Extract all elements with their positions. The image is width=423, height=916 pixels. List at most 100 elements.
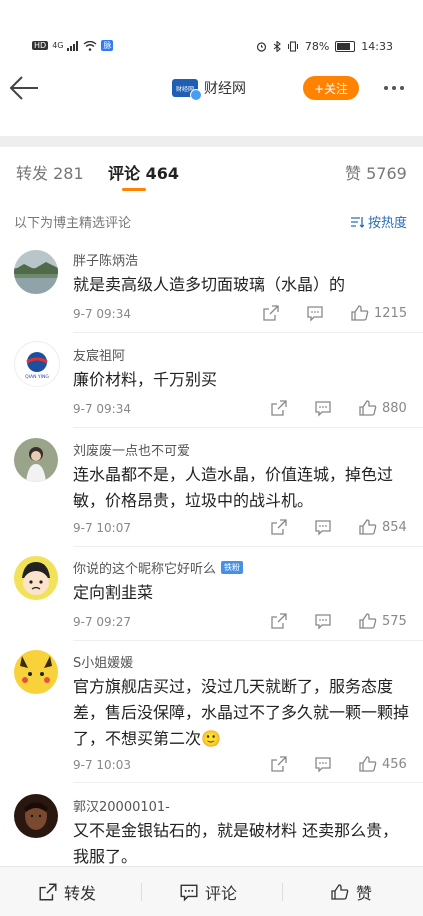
alarm-icon xyxy=(256,42,266,52)
comment-text: 官方旗舰店买过，没过几天就断了，服务态度差，售后没保障，水晶过不了多久就一颗一颗… xyxy=(73,677,410,748)
share-icon xyxy=(263,305,279,321)
share-icon xyxy=(39,883,57,900)
comment-actions: 880 xyxy=(260,399,420,419)
avatar[interactable] xyxy=(14,438,58,482)
person-avatar-icon xyxy=(14,438,58,482)
thumbs-up-icon xyxy=(359,400,377,416)
comment-actions: 1215 xyxy=(260,304,420,324)
repost-comment-button[interactable] xyxy=(270,755,288,773)
share-icon xyxy=(271,400,287,416)
avatar[interactable] xyxy=(14,250,58,294)
comment-author-name: S小姐媛媛 xyxy=(73,656,134,671)
comment-icon xyxy=(315,520,331,536)
comment-actions: 456 xyxy=(260,755,420,775)
avatar[interactable] xyxy=(14,556,58,600)
comment-icon xyxy=(315,757,331,773)
pikachu-avatar-icon xyxy=(14,650,58,694)
back-button[interactable] xyxy=(8,74,46,104)
repost-comment-button[interactable] xyxy=(270,612,288,630)
nav-bar: 财经网 财经网 xyxy=(0,66,423,112)
follow-button[interactable]: +关注 xyxy=(303,76,359,100)
tab-likes[interactable]: 赞 5769 xyxy=(345,160,407,184)
comment-button[interactable]: 评论 xyxy=(179,867,237,916)
sort-row: 以下为博主精选评论 按热度 xyxy=(0,212,423,232)
sort-by-hot-button[interactable]: 按热度 xyxy=(350,212,407,231)
brand-logo-avatar-icon: QIAN YING xyxy=(25,352,49,380)
thumbs-up-icon xyxy=(359,613,377,629)
comment-author[interactable]: 友宸祖阿 xyxy=(73,345,125,364)
repost-comment-button[interactable] xyxy=(270,518,288,536)
comment-text: 就是卖高级人造多切面玻璃（水晶）的 xyxy=(73,275,346,294)
reply-comment-button[interactable] xyxy=(306,304,324,322)
comment-author[interactable]: 胖子陈炳浩 xyxy=(73,250,138,269)
status-bar: HD 4G 脉 78% 14:33 xyxy=(0,32,423,62)
more-options-button[interactable] xyxy=(376,76,412,100)
like-comment-button[interactable]: 854 xyxy=(358,518,407,536)
like-count: 854 xyxy=(382,519,407,535)
like-comment-button[interactable]: 1215 xyxy=(350,304,407,322)
comment-author-name: 你说的这个昵称它好听么 xyxy=(73,562,217,577)
tab-repost[interactable]: 转发 281 xyxy=(16,160,84,184)
account-name: 财经网 xyxy=(204,81,246,97)
thumbs-up-icon xyxy=(359,519,377,535)
landscape-avatar-icon xyxy=(14,250,58,294)
comment-divider xyxy=(73,427,423,428)
avatar[interactable] xyxy=(14,650,58,694)
featured-comments-label: 以下为博主精选评论 xyxy=(14,216,132,231)
comment-actions: 854 xyxy=(260,518,420,538)
reply-comment-button[interactable] xyxy=(314,755,332,773)
like-count: 1215 xyxy=(374,305,408,321)
reply-comment-button[interactable] xyxy=(314,612,332,630)
more-dot-icon xyxy=(384,86,388,90)
like-comment-button[interactable]: 880 xyxy=(358,399,407,417)
tab-comments[interactable]: 评论 464 xyxy=(108,160,179,184)
status-left: HD 4G 脉 xyxy=(32,40,114,51)
comment-author-name: 友宸祖阿 xyxy=(73,349,126,364)
comment-author-name: 郭汉20000101- xyxy=(73,800,170,815)
like-label: 赞 xyxy=(356,883,373,903)
comment-author[interactable]: 郭汉20000101- xyxy=(73,796,170,815)
battery-percent: 78% xyxy=(304,40,330,53)
avatar[interactable]: QIAN YING xyxy=(14,341,60,387)
back-arrow-icon xyxy=(9,76,38,100)
reply-comment-button[interactable] xyxy=(314,399,332,417)
bottom-action-bar: 转发 评论 赞 xyxy=(0,866,423,916)
sort-icon xyxy=(350,216,364,228)
reply-comment-button[interactable] xyxy=(314,518,332,536)
comment-author[interactable]: S小姐媛媛 xyxy=(73,652,133,671)
avatar[interactable] xyxy=(14,794,58,838)
network-indicator: 4G xyxy=(52,41,64,50)
share-icon xyxy=(271,756,287,772)
hd-indicator: HD xyxy=(32,41,49,50)
more-dot-icon xyxy=(400,86,404,90)
thumbs-up-icon xyxy=(351,305,369,321)
battery-icon xyxy=(335,41,356,52)
repost-comment-button[interactable] xyxy=(262,304,280,322)
repost-comment-button[interactable] xyxy=(270,399,288,417)
account-title[interactable]: 财经网 财经网 xyxy=(172,78,246,101)
comment-divider xyxy=(73,640,423,641)
avatar-brand-text: QIAN YING xyxy=(25,374,49,380)
comment-icon xyxy=(180,884,198,902)
comment-icon xyxy=(307,306,323,322)
comment-text: 廉价材料，千万别买 xyxy=(73,370,218,389)
comment-author[interactable]: 你说的这个昵称它好听么 铁粉 xyxy=(73,558,244,577)
tab-indicator xyxy=(122,188,146,191)
like-comment-button[interactable]: 456 xyxy=(358,755,407,773)
like-count: 880 xyxy=(382,400,407,416)
comment-divider xyxy=(73,546,423,547)
fan-badge: 铁粉 xyxy=(221,561,244,574)
comment-label: 评论 xyxy=(205,883,238,903)
verified-badge-icon xyxy=(190,89,202,101)
account-logo: 财经网 xyxy=(172,79,202,101)
comment-time: 9-7 09:27 xyxy=(73,615,131,629)
like-button[interactable]: 赞 xyxy=(330,867,372,916)
comment-text: 又不是金银钻石的，就是破材料 还卖那么贵，我服了。 xyxy=(73,821,399,866)
signal-icon xyxy=(67,40,79,51)
like-comment-button[interactable]: 575 xyxy=(358,612,407,630)
comment-divider xyxy=(73,332,423,333)
comment-text: 连水晶都不是，人造水晶，价值连城，掉色过敏，价格昂贵，垃圾中的战斗机。 xyxy=(73,465,394,510)
repost-button[interactable]: 转发 xyxy=(38,867,96,916)
comment-author[interactable]: 刘废废一点也不可爱 xyxy=(73,440,190,459)
thumbs-up-icon xyxy=(331,883,349,900)
